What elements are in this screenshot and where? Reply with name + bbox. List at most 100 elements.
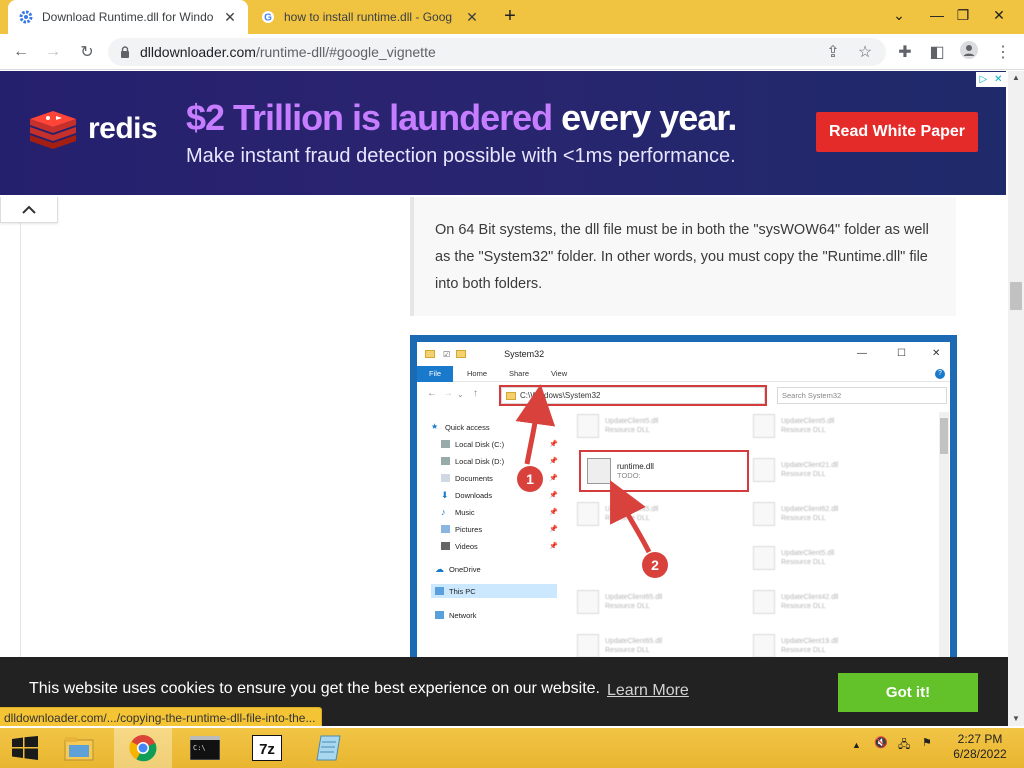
close-window-button[interactable]: ✕ [980,0,1018,30]
arrow-right-icon: → [443,388,453,399]
collapse-ad-button[interactable] [0,197,58,223]
tree-item-music: ♪ Music 📌 [441,507,558,517]
tab-search-button[interactable]: ⌄ [880,0,918,30]
file-item: UpdateClient5.dll Resource DLL [577,412,727,440]
taskbar-command-prompt[interactable]: C:\ [176,728,234,768]
taskbar-notepad[interactable] [300,728,358,768]
star-icon: ☆ [857,44,873,61]
scroll-up-icon[interactable]: ▲ [1008,71,1024,85]
chrome-icon [129,735,157,762]
taskbar-file-explorer[interactable] [50,728,108,768]
learn-more-link[interactable]: Learn More [607,682,689,700]
chevron-down-icon: ⌄ [893,7,905,23]
clock-time: 2:27 PM [957,732,1003,746]
download-arrow-icon: ⬇ [441,490,449,500]
avatar-icon [960,40,978,64]
clock-date: 6/28/2022 [953,747,1007,761]
file-item: UpdateClient5.dll Resource DLL [753,412,903,440]
dll-file-icon [753,590,775,614]
volume-muted-icon[interactable]: 🔇 [874,736,888,749]
divider [20,223,21,726]
scroll-down-icon[interactable]: ▼ [1008,712,1024,726]
address-bar[interactable]: dlldownloader.com/runtime-dll/#google_vi… [108,38,886,66]
network-icon [435,611,444,619]
step-badge-1: 1 [517,466,543,492]
ad-choices-icon[interactable]: ▷ [979,74,987,85]
ad-headline-highlight: $2 Trillion is laundered [186,97,553,138]
taskbar-7zip[interactable]: 7z [238,728,296,768]
menu-button[interactable]: ⋮ [990,39,1016,65]
restore-icon: ☐ [897,348,906,359]
kebab-menu-icon: ⋮ [995,44,1011,61]
ad-headline: $2 Trillion is laundered every year. [186,97,737,139]
new-tab-button[interactable]: + [498,5,522,29]
arrow-left-icon: ← [13,43,29,60]
svg-text:7z: 7z [259,741,275,758]
tree-item-local-disk-c: Local Disk (C:) 📌 [441,437,558,451]
step-badge-2: 2 [642,552,668,578]
show-hidden-icons-arrow[interactable]: ▲ [852,740,861,750]
restore-icon: ❐ [956,7,970,23]
page-scrollbar[interactable]: ▲ ▼ [1008,71,1024,726]
explorer-search: Search System32 [777,387,947,404]
close-icon[interactable]: ✕ [994,74,1002,85]
got-it-button[interactable]: Got it! [838,673,978,712]
page-scroll-thumb[interactable] [1010,282,1022,310]
ribbon-tab-share: Share [509,369,530,378]
tab-download-runtime[interactable]: Download Runtime.dll for Windo ✕ [8,0,248,34]
pin-icon: 📌 [549,441,558,448]
documents-icon [441,474,450,482]
tree-item-pictures: Pictures 📌 [441,522,558,536]
close-icon[interactable]: ✕ [464,9,480,26]
folder-icon [456,350,467,358]
tree-item-onedrive: ☁ OneDrive [435,564,481,574]
tree-item-quick-access: ★ Quick access [431,422,490,432]
back-button[interactable]: ← [8,39,34,65]
checkmark-icon: ☑ [443,349,451,359]
action-center-icon[interactable]: ⚑ [922,736,932,749]
start-button[interactable] [0,728,50,768]
restore-button[interactable]: ❐ [944,0,982,30]
pin-icon: 📌 [549,543,558,550]
file-item: UpdateClient21.dll Resource DLL [753,456,903,484]
extensions-button[interactable]: ✚ [892,39,918,65]
dll-file-icon [753,458,775,482]
taskbar-chrome[interactable] [114,728,172,768]
instruction-paragraph: On 64 Bit systems, the dll file must be … [410,197,956,316]
close-icon[interactable]: ✕ [222,9,238,26]
tab-how-to-install[interactable]: G how to install runtime.dll - Goog ✕ [250,0,490,34]
reload-icon: ↻ [80,44,94,61]
dll-downloader-gear-icon [18,9,34,25]
highlight-file-name: runtime.dll [617,462,654,471]
ad-banner[interactable]: redis $2 Trillion is laundered every yea… [0,71,1006,195]
reload-button[interactable]: ↻ [74,39,100,65]
explorer-scrollbar [939,412,949,672]
side-panel-button[interactable]: ◧ [924,39,950,65]
tree-item-local-disk-d: Local Disk (D:) 📌 [441,454,558,468]
read-white-paper-button[interactable]: Read White Paper [816,112,978,152]
drive-icon [441,457,450,465]
bookmark-button[interactable]: ☆ [852,39,878,65]
share-button[interactable]: ⇪ [820,39,846,65]
forward-button[interactable]: → [40,39,66,65]
chevron-up-icon [22,201,36,219]
ad-choices[interactable]: ▷ ✕ [976,72,1006,87]
pin-icon: 📌 [549,509,558,516]
cloud-icon: ☁ [435,564,444,574]
dll-file-icon [587,458,611,484]
system-clock[interactable]: 2:27 PM 6/28/2022 [944,732,1016,762]
cookie-message: This website uses cookies to ensure you … [29,680,600,697]
profile-button[interactable] [956,39,982,65]
side-panel-icon: ◧ [929,44,945,61]
minimize-icon: — [930,7,944,23]
dll-file-icon [753,546,775,570]
system32-screenshot: ☑ System32 — ☐ ✕ File Home Share View ? … [410,335,957,675]
tree-item-documents: Documents 📌 [441,471,558,485]
close-icon: ✕ [932,348,941,359]
arrow-left-icon: ← [427,388,437,399]
network-icon[interactable]: 🖧 [898,736,910,755]
help-icon: ? [935,369,945,379]
svg-text:C:\: C:\ [193,744,206,752]
lock-icon [120,46,130,58]
ad-subline: Make instant fraud detection possible wi… [186,145,736,167]
